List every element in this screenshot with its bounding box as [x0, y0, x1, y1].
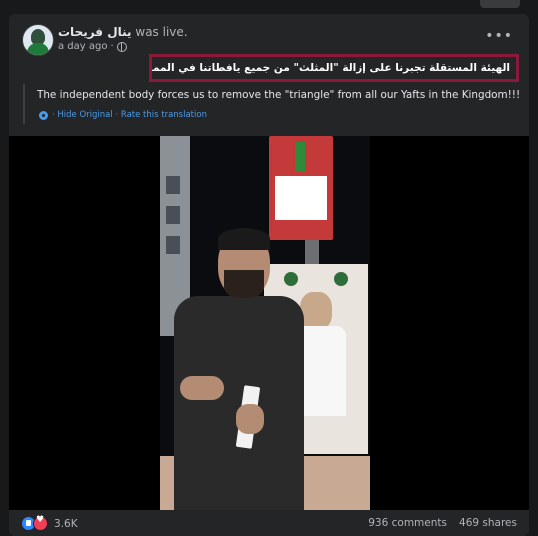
live-video[interactable] — [9, 136, 529, 510]
campaign-poster-red — [269, 136, 333, 240]
post-header: ينال فريحات was live. — [58, 24, 188, 40]
building-window — [166, 236, 180, 254]
speaker-body — [174, 296, 304, 510]
poster-panel — [275, 176, 327, 220]
speaker-hair — [218, 228, 270, 250]
post-card: ينال فريحات was live. a day ago · ••• ال… — [9, 14, 529, 536]
author-avatar[interactable] — [22, 24, 54, 56]
translated-text: The independent body forces us to remove… — [37, 89, 521, 101]
comments-count[interactable]: 936 comments — [368, 517, 447, 529]
building-window — [166, 206, 180, 224]
post-meta: a day ago · — [58, 41, 127, 52]
post-time[interactable]: a day ago — [58, 41, 107, 52]
globe-icon — [116, 41, 127, 52]
top-strip — [480, 0, 520, 8]
more-options-icon[interactable]: ••• — [485, 28, 513, 44]
speaker-beard — [224, 270, 264, 298]
author-name[interactable]: ينال فريحات — [58, 25, 132, 39]
avatar-figure-body — [27, 43, 49, 55]
speaker-hand — [180, 376, 224, 400]
engagement-bar: 3.6K 936 comments 469 shares — [9, 510, 529, 536]
love-reaction-icon — [33, 515, 48, 531]
poster-emblem — [334, 272, 348, 286]
video-frame — [160, 136, 370, 510]
poster-face — [300, 292, 332, 330]
poster-emblem — [284, 272, 298, 286]
reactions-summary[interactable]: 3.6K — [21, 515, 78, 531]
shares-count[interactable]: 469 shares — [459, 517, 517, 529]
settings-gear-icon[interactable] — [39, 110, 48, 120]
poster-stripe — [295, 142, 305, 172]
original-post-text: الهيئة المستقلة تجبرنا على إزالة "المثلث… — [149, 54, 519, 82]
speaker-hand — [236, 404, 264, 434]
hide-original-link[interactable]: · Hide Original · Rate this translation — [52, 110, 207, 120]
reaction-count: 3.6K — [54, 517, 78, 530]
building-window — [166, 176, 180, 194]
post-status: was live. — [135, 25, 188, 39]
translation-links: · Hide Original · Rate this translation — [39, 110, 207, 120]
translation-block: The independent body forces us to remove… — [23, 84, 521, 124]
